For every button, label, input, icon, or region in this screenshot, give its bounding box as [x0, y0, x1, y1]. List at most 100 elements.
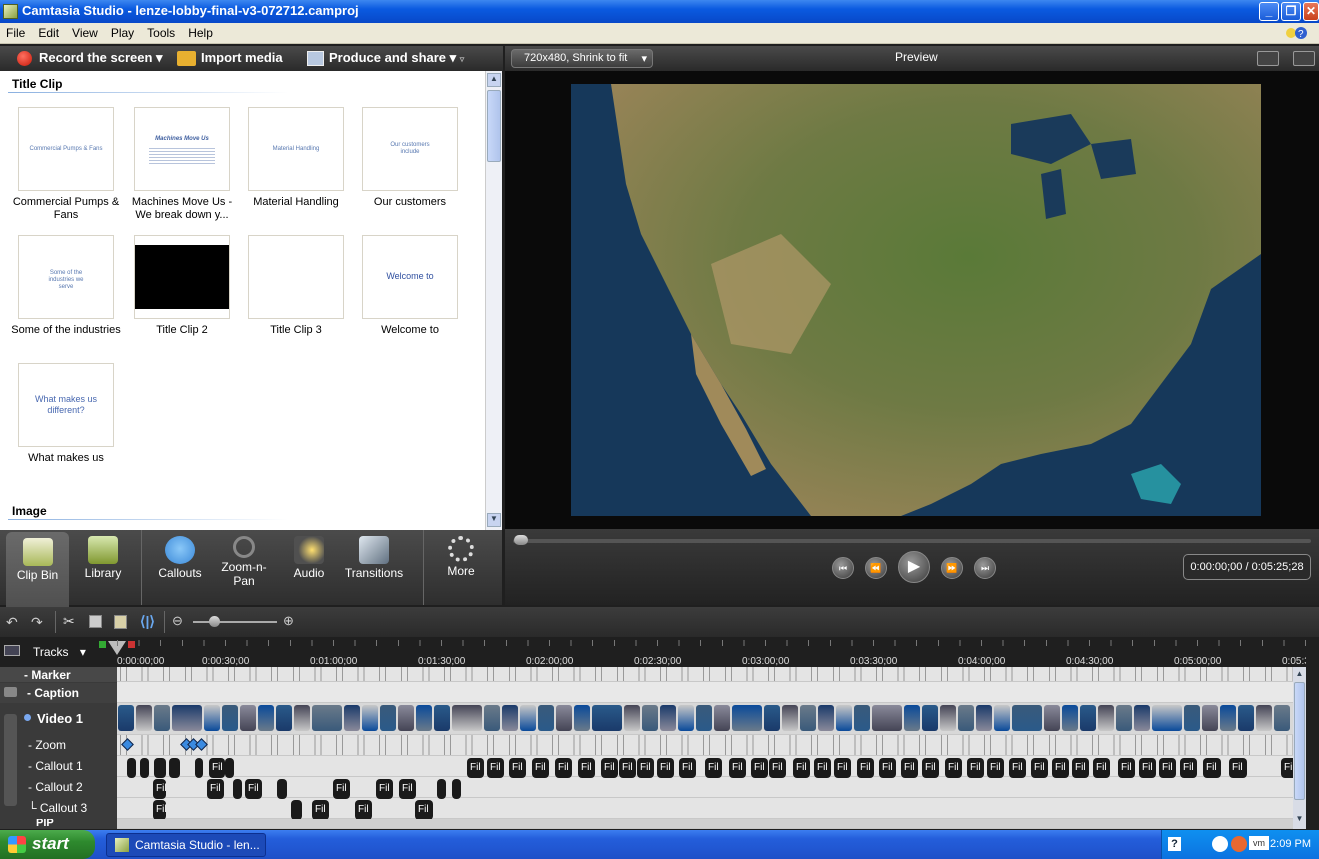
copy-icon[interactable]: [89, 615, 102, 628]
callout-clip[interactable]: Fil: [1229, 758, 1247, 778]
zoom-in-icon[interactable]: ⊕: [283, 613, 294, 629]
tab-transitions[interactable]: Transitions: [342, 530, 406, 605]
callout-clip[interactable]: Fil: [333, 779, 350, 799]
network-icon[interactable]: [1212, 836, 1228, 852]
callout-clip[interactable]: Fil: [619, 758, 636, 778]
zoom-slider-handle[interactable]: [209, 616, 220, 627]
callout-clip[interactable]: [277, 779, 287, 799]
callout-clip[interactable]: [127, 758, 136, 778]
callout-clip[interactable]: Fil: [399, 779, 416, 799]
marker-track[interactable]: [117, 667, 1293, 682]
callout-clip[interactable]: Fil: [637, 758, 654, 778]
lock-icon[interactable]: [4, 687, 17, 697]
callout-clip[interactable]: [140, 758, 149, 778]
zoom-keyframe[interactable]: [121, 738, 134, 751]
callout-clip[interactable]: Fil: [901, 758, 918, 778]
help-icon[interactable]: ?: [1168, 837, 1181, 851]
selection-start-handle[interactable]: [99, 641, 106, 648]
callout-clip[interactable]: [225, 758, 234, 778]
vmware-icon[interactable]: vm: [1249, 836, 1269, 850]
clip-item[interactable]: Machines Move Us Machines Move Us -We br…: [127, 107, 237, 222]
skip-to-start-icon[interactable]: ⏮: [832, 557, 854, 579]
menu-file[interactable]: File: [0, 23, 32, 40]
clip-item[interactable]: Title Clip 2: [127, 235, 237, 337]
start-button[interactable]: start: [0, 830, 95, 859]
callout-clip[interactable]: Fil: [1118, 758, 1135, 778]
maximize-button[interactable]: ❐: [1281, 2, 1301, 21]
callout-clip[interactable]: Fil: [1139, 758, 1156, 778]
callout-clip[interactable]: Fil: [1009, 758, 1026, 778]
menu-edit[interactable]: Edit: [32, 23, 66, 40]
minimize-button[interactable]: _: [1259, 2, 1279, 21]
callout-clip[interactable]: Fil: [1093, 758, 1110, 778]
split-icon[interactable]: ⟨|⟩: [140, 613, 155, 630]
track-label-video-1[interactable]: Video 1: [0, 704, 117, 734]
help-tips-icon[interactable]: ?: [1285, 25, 1309, 41]
menu-view[interactable]: View: [66, 23, 105, 40]
paste-icon[interactable]: [114, 615, 127, 629]
callout-clip[interactable]: Fil: [657, 758, 674, 778]
callout-clip[interactable]: Fil: [967, 758, 984, 778]
callout-clip[interactable]: Fil: [376, 779, 393, 799]
clip-item[interactable]: Material Handling Material Handling: [241, 107, 351, 209]
callout-clip[interactable]: [291, 800, 302, 820]
clip-item[interactable]: Our customers include Our customers: [355, 107, 465, 209]
undo-icon[interactable]: ↶: [6, 614, 18, 631]
skip-to-end-icon[interactable]: ⏭: [974, 557, 996, 579]
track-label-callout-3[interactable]: └ Callout 3: [0, 798, 117, 818]
callout-clip[interactable]: Fil: [153, 779, 166, 799]
detach-preview-icon[interactable]: [1293, 51, 1315, 66]
callout-clip[interactable]: Fil: [207, 779, 224, 799]
callout-clip[interactable]: Fil: [1072, 758, 1089, 778]
cut-icon[interactable]: ✂: [63, 613, 75, 630]
tray-app-icon[interactable]: [1231, 836, 1247, 852]
callout-clip[interactable]: Fil: [467, 758, 484, 778]
callout-clip[interactable]: Fil: [153, 800, 166, 820]
timeline-zoom-slider[interactable]: [193, 621, 277, 623]
clip-bin-scrollbar[interactable]: ▲ ▼: [485, 71, 502, 530]
callout-clip[interactable]: Fil: [1180, 758, 1197, 778]
scroll-thumb[interactable]: [487, 90, 501, 162]
zoom-out-icon[interactable]: ⊖: [172, 613, 183, 629]
fast-forward-icon[interactable]: ⏩: [941, 557, 963, 579]
fullscreen-icon[interactable]: [1257, 51, 1279, 66]
tab-audio[interactable]: Audio: [280, 530, 338, 605]
callout-clip[interactable]: Fil: [1031, 758, 1048, 778]
playback-scrubber-track[interactable]: [513, 539, 1311, 543]
callout-2-track[interactable]: Fil Fil Fil Fil Fil Fil: [117, 777, 1293, 799]
clip-item[interactable]: What makes us different? What makes us: [11, 363, 121, 465]
callout-clip[interactable]: Fil: [729, 758, 746, 778]
taskbar-item-camtasia[interactable]: Camtasia Studio - len...: [106, 833, 266, 857]
clip-item[interactable]: Commercial Pumps & Fans Commercial Pumps…: [11, 107, 121, 222]
clip-item[interactable]: Welcome to Welcome to: [355, 235, 465, 337]
callout-clip[interactable]: Fil: [245, 779, 262, 799]
callout-clip[interactable]: Fil: [209, 758, 225, 778]
callout-clip[interactable]: Fil: [578, 758, 595, 778]
zoom-track[interactable]: [117, 735, 1293, 756]
callout-clip[interactable]: Fil: [793, 758, 810, 778]
video-track[interactable]: [117, 703, 1293, 735]
callout-clip[interactable]: [233, 779, 242, 799]
callout-clip[interactable]: Fil: [1052, 758, 1069, 778]
import-media-button[interactable]: Import media: [201, 50, 283, 65]
scroll-down-arrow[interactable]: ▼: [1293, 814, 1306, 826]
callout-1-track[interactable]: Fil Fil Fil Fil Fil Fil Fil Fil Fil Fil Fil Fil Fil F…: [117, 756, 1298, 778]
callout-clip[interactable]: Fil: [769, 758, 786, 778]
preview-size-dropdown[interactable]: 720x480, Shrink to fit ▾: [511, 49, 653, 68]
track-label-caption[interactable]: - Caption: [0, 683, 117, 703]
rewind-icon[interactable]: ⏪: [865, 557, 887, 579]
tracks-dropdown[interactable]: Tracks ▾: [33, 645, 86, 659]
menu-tools[interactable]: Tools: [141, 23, 182, 40]
tab-clip-bin[interactable]: Clip Bin: [6, 532, 69, 607]
play-icon[interactable]: ▶: [898, 551, 930, 583]
tab-library[interactable]: Library: [73, 530, 133, 605]
callout-clip[interactable]: [452, 779, 461, 799]
callout-clip[interactable]: Fil: [751, 758, 768, 778]
track-label-callout-2[interactable]: - Callout 2: [0, 777, 117, 797]
record-screen-button[interactable]: Record the screen ▾: [39, 50, 163, 66]
timeline-scrollbar[interactable]: ▲ ▼: [1293, 667, 1306, 829]
callout-clip[interactable]: Fil: [415, 800, 433, 820]
tab-callouts[interactable]: Callouts: [150, 530, 210, 605]
callout-clip[interactable]: [154, 758, 166, 778]
track-label-marker[interactable]: - Marker: [0, 667, 117, 682]
